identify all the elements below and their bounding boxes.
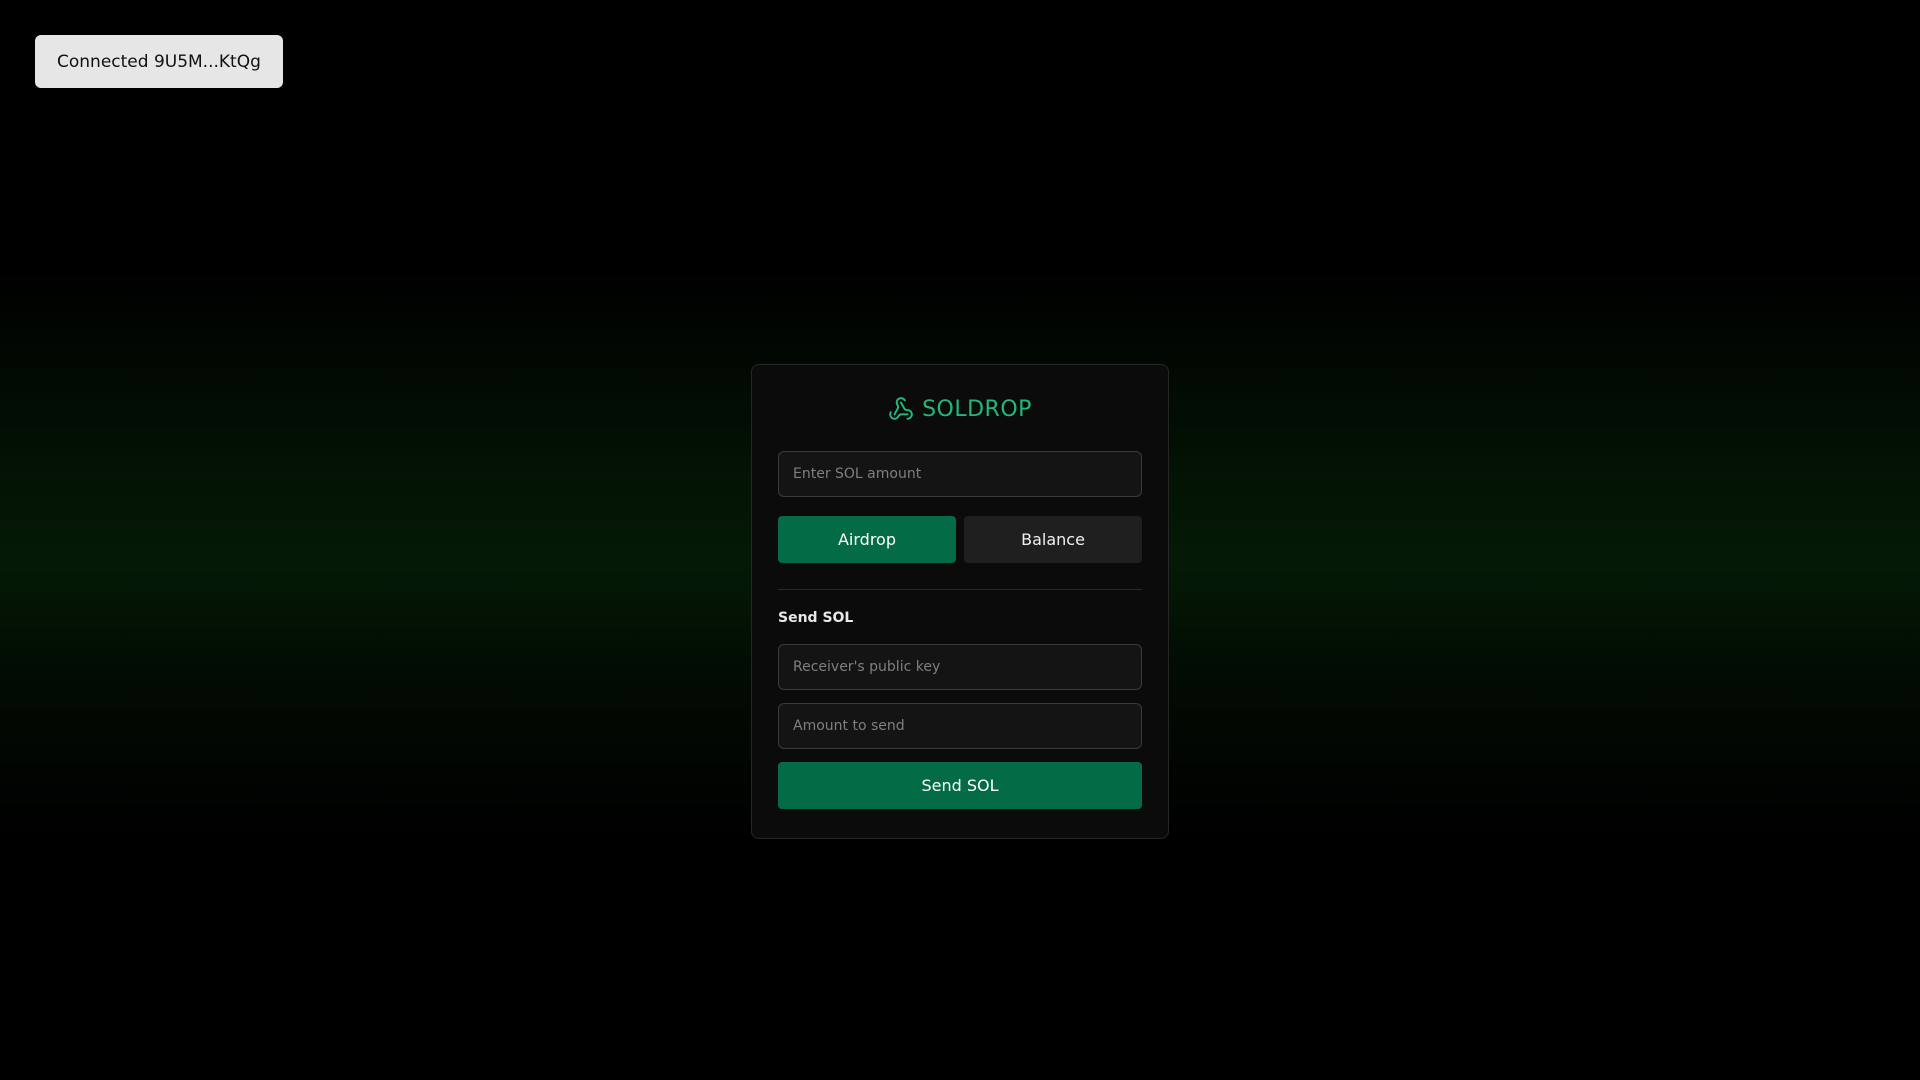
brand-name: SOLDROP (922, 396, 1032, 422)
balance-button-label: Balance (1021, 530, 1085, 549)
webhook-icon (888, 396, 914, 422)
airdrop-actions: Airdrop Balance (778, 516, 1142, 563)
wallet-connected-button[interactable]: Connected 9U5M...KtQg (35, 35, 283, 88)
wallet-connected-label: Connected 9U5M...KtQg (57, 51, 261, 72)
brand-header: SOLDROP (778, 394, 1142, 424)
send-section-title: Send SOL (778, 610, 854, 626)
airdrop-button[interactable]: Airdrop (778, 516, 956, 563)
airdrop-button-label: Airdrop (837, 530, 896, 549)
send-amount-input[interactable] (778, 703, 1142, 749)
receiver-public-key-input[interactable] (778, 644, 1142, 690)
send-sol-button-label: Send SOL (921, 776, 999, 795)
sol-amount-input[interactable] (778, 451, 1142, 497)
balance-button[interactable]: Balance (964, 516, 1142, 563)
send-sol-button[interactable]: Send SOL (778, 762, 1142, 809)
soldrop-card: SOLDROP Airdrop Balance Send SOL Send SO… (751, 364, 1169, 839)
section-divider (778, 589, 1142, 590)
